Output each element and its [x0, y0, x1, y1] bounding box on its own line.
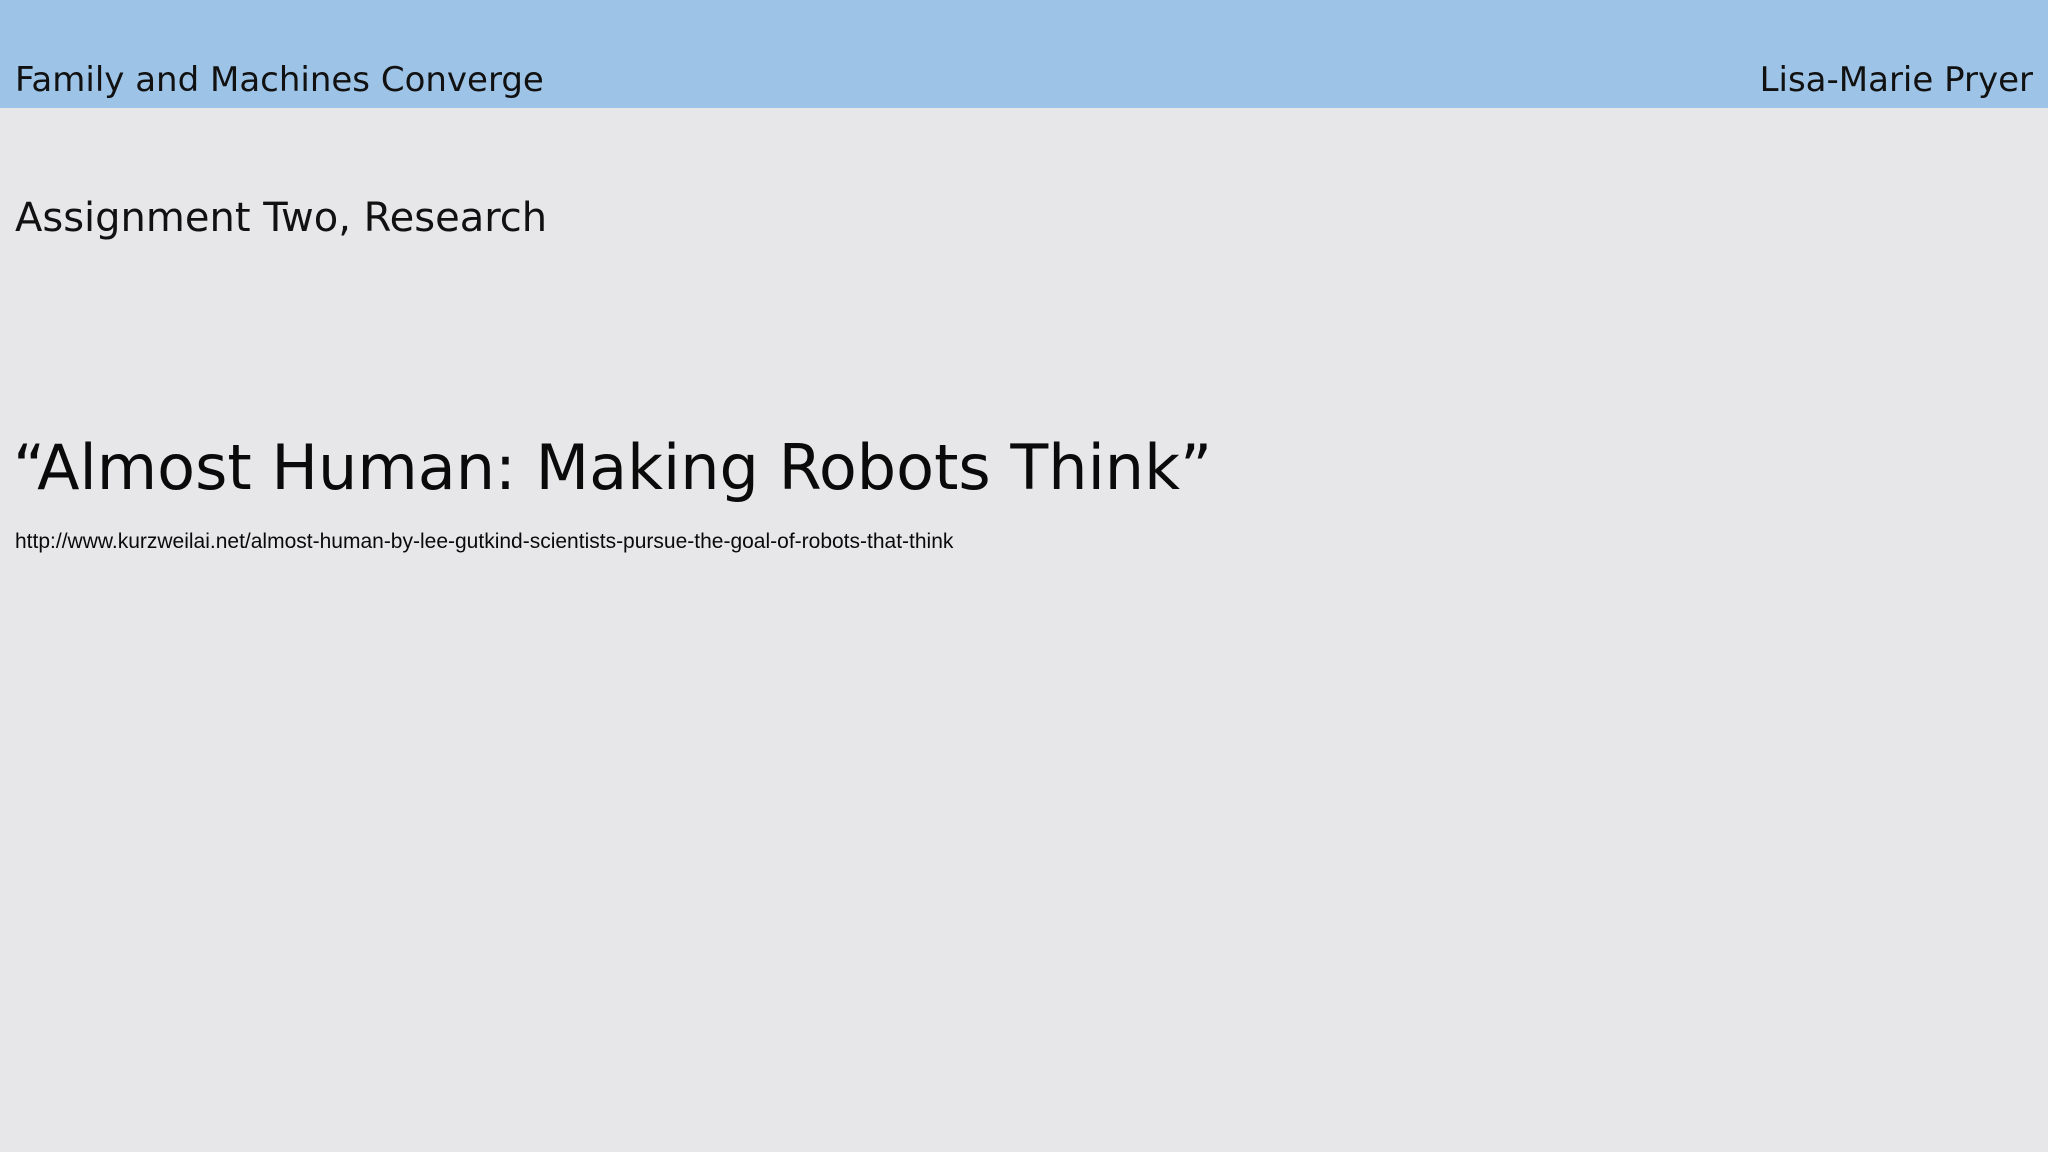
- article-title: “Almost Human: Making Robots Think”: [13, 431, 1213, 504]
- slide-subtitle: Assignment Two, Research: [15, 195, 548, 241]
- presentation-title: Family and Machines Converge: [15, 60, 544, 100]
- author-name: Lisa-Marie Pryer: [1759, 60, 2033, 100]
- source-url-link[interactable]: http://www.kurzweilai.net/almost-human-b…: [15, 528, 953, 556]
